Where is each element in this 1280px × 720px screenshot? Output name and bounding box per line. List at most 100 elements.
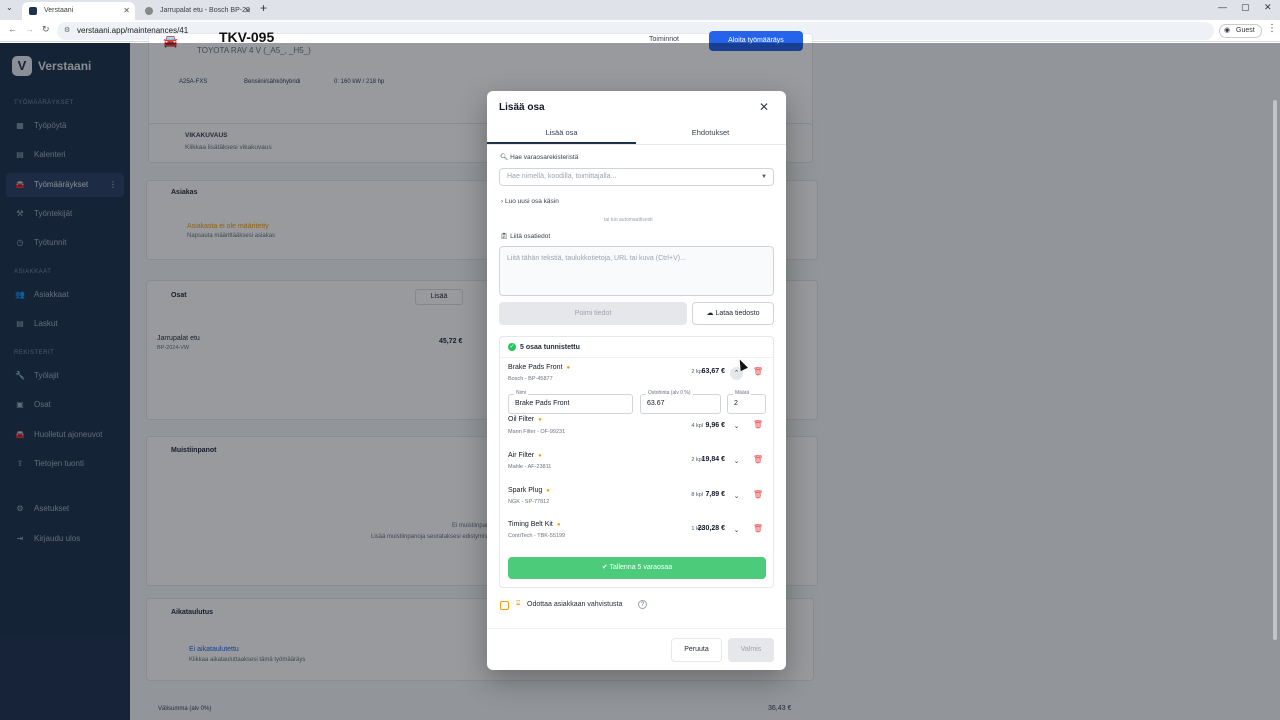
part-name: Oil Filter [508,416,535,423]
trash-icon[interactable]: 🗑︎ [753,490,763,499]
new-dot-icon: ● [546,488,550,494]
part-search-select[interactable]: Hae nimellä, koodilla, toimittajalla... … [499,168,774,186]
close-window-icon[interactable]: ✕ [1264,2,1272,13]
search-placeholder: Hae nimellä, koodilla, toimittajalla... [507,173,617,180]
parsed-part-row[interactable]: Brake Pads Front ● Bosch - BP-45877 2 kpl… [500,359,773,393]
footer-divider [487,628,786,629]
await-confirmation-checkbox[interactable] [500,601,509,610]
upload-label: Lataa tiedosto [715,310,760,317]
paste-textarea[interactable]: Liitä tähän tekstiä, taulukkotietoja, UR… [499,246,774,296]
parsed-header: ✓ 5 osaa tunnistettu [500,337,773,358]
create-manual-label: Luo uusi osa käsin [504,198,559,205]
field-value: Brake Pads Front [515,400,570,407]
guest-profile-button[interactable]: Guest [1219,24,1262,38]
field-label: Ostohinta (alv 0 %) [646,390,693,396]
new-dot-icon: ● [566,365,571,371]
parsed-parts-panel: ✓ 5 osaa tunnistettu Brake Pads Front ● B… [499,336,774,588]
part-qty: 4 kpl [691,423,703,429]
part-supplier: Mann Filter - OF-99231 [508,429,566,435]
reload-icon[interactable]: ↻ [42,24,50,35]
clipboard-icon: 📋︎ [500,233,511,240]
browser-tab-active[interactable]: Verstaani ✕ [22,2,135,20]
new-tab-button[interactable]: + [260,1,267,15]
parsed-count: 5 osaa tunnistettu [520,344,580,351]
part-name: Spark Plug [508,487,543,494]
paste-label-text: Liitä osatiedot [510,233,551,240]
forward-icon[interactable]: → [25,24,34,34]
browser-menu-icon[interactable]: ⋮ [1267,23,1277,34]
chevron-down-icon: ▼ [761,174,767,180]
minimize-icon[interactable]: — [1218,2,1227,12]
part-qty-field[interactable]: Määrä 2 [727,390,766,414]
paste-label: 📋︎ Liitä osatiedot [500,232,550,240]
close-tab-icon[interactable]: ✕ [244,2,251,20]
part-price: 9,96 € [705,422,725,429]
done-button[interactable]: Valmis [728,638,774,662]
globe-icon [145,7,153,15]
new-dot-icon: ● [538,417,542,423]
field-label: Määrä [733,390,752,396]
part-name: Brake Pads Front [508,364,563,371]
part-name: Air Filter [508,452,535,459]
parsed-part-row[interactable]: Timing Belt Kit ● ContiTech - TBK-55199 1… [500,516,773,550]
check-circle-icon: ✔ [601,564,610,571]
browser-tab[interactable]: Jarrupalat etu - Bosch BP-20 ✕ [138,2,256,20]
tab-title: Jarrupalat etu - Bosch BP-20 [160,7,250,14]
part-supplier: Mahle - AF-23811 [508,464,552,470]
part-supplier: Bosch - BP-45877 [508,376,553,382]
await-confirmation-label[interactable]: Odottaa asiakkaan vahvistusta [527,601,622,608]
tab-add-part[interactable]: Lisää osa [487,128,636,144]
site-info-icon[interactable]: ⚙ [64,22,70,40]
browser-tabbar: ⌄ Verstaani ✕ Jarrupalat etu - Bosch BP-… [0,0,1280,20]
chevron-down-icon[interactable]: ⌄ [730,490,743,503]
chevron-down-icon[interactable]: ⌄ [730,455,743,468]
tab-title: Verstaani [44,7,74,14]
tab-search-icon[interactable]: ⌄ [6,3,13,12]
help-icon[interactable]: ? [638,600,647,609]
divider-text: tai tuo automaattisesti [604,217,653,223]
part-price: 230,28 € [697,525,725,532]
trash-icon[interactable]: 🗑︎ [753,367,763,376]
chevron-down-icon[interactable]: ⌄ [730,420,743,433]
trash-icon[interactable]: 🗑︎ [753,455,763,464]
part-name-field[interactable]: Nimi Brake Pads Front [508,390,633,414]
part-supplier: ContiTech - TBK-55199 [508,533,566,539]
parsed-part-row[interactable]: Air Filter ● Mahle - AF-23811 2 kpl 19,84… [500,447,773,481]
field-value: 63.67 [647,400,665,407]
upload-file-button[interactable]: ☁ Lataa tiedosto [692,302,774,325]
back-icon[interactable]: ← [8,24,17,34]
trash-icon[interactable]: 🗑︎ [753,524,763,533]
field-label: Nimi [514,390,528,396]
check-circle-icon: ✓ [508,343,516,351]
close-icon[interactable]: ✕ [759,100,769,114]
add-part-dialog: Lisää osa ✕ Lisää osa Ehdotukset 🔍︎ Hae … [487,91,786,670]
part-supplier: NGK - SP-77812 [508,499,550,505]
part-price: 19,84 € [701,456,725,463]
verstaani-favicon-icon [29,7,37,15]
maximize-icon[interactable]: ▢ [1241,2,1250,13]
page-scrollbar[interactable] [1273,100,1277,640]
hourglass-icon: ⌛︎ [516,600,521,607]
create-manual-toggle[interactable]: › Luo uusi osa käsin [501,198,559,205]
part-price: 7,89 € [705,491,725,498]
search-label-text: Hae varaosarekisteristä [510,154,579,161]
extract-button[interactable]: Poimi tiedot [499,302,687,325]
part-price-field[interactable]: Ostohinta (alv 0 %) 63.67 [640,390,721,414]
new-dot-icon: ● [556,522,561,528]
cancel-button[interactable]: Peruuta [671,638,722,662]
field-value: 2 [734,400,738,407]
parsed-part-row[interactable]: Spark Plug ● NGK - SP-77812 8 kpl 7,89 € … [500,482,773,516]
tab-suggestions[interactable]: Ehdotukset [636,128,785,144]
close-tab-icon[interactable]: ✕ [123,2,130,20]
search-icon: 🔍︎ [500,154,511,161]
trash-icon[interactable]: 🗑︎ [753,420,763,429]
actions-button[interactable]: Toiminnot [649,36,679,43]
save-parts-label: Tallenna 5 varaosaa [609,564,673,571]
chevron-down-icon[interactable]: ⌄ [730,524,743,537]
parsed-part-row[interactable]: Oil Filter ● Mann Filter - OF-99231 4 kpl… [500,415,773,449]
tab-divider [487,144,786,145]
search-label: 🔍︎ Hae varaosarekisteristä [500,153,578,161]
part-qty: 8 kpl [691,492,703,498]
new-dot-icon: ● [538,453,542,459]
save-parts-button[interactable]: ✔ Tallenna 5 varaosaa [508,557,766,579]
